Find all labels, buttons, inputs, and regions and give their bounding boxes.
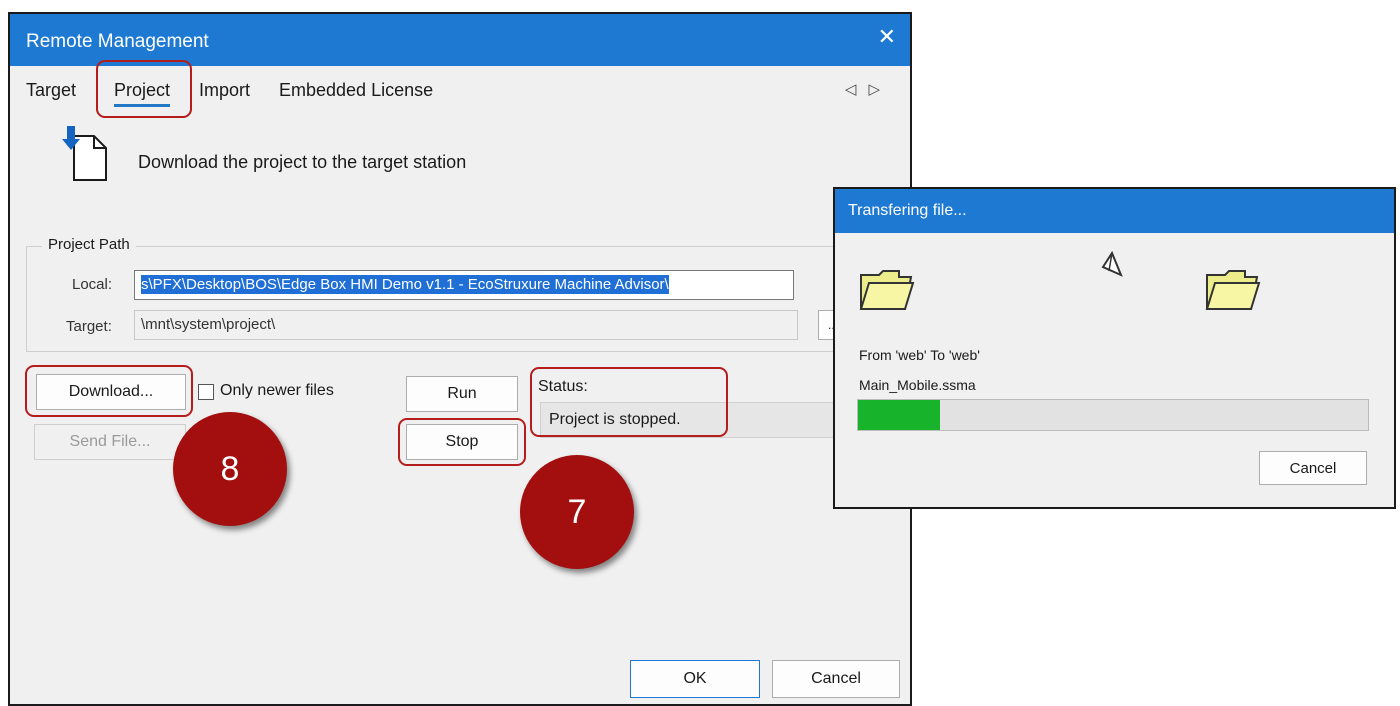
- target-path-value: \mnt\system\project\: [141, 316, 276, 333]
- transfer-title: Transfering file...: [848, 202, 967, 219]
- status-value: Project is stopped.: [549, 411, 681, 428]
- transfer-dialog: Transfering file... From 'web' To 'web' …: [833, 187, 1396, 509]
- target-path-field[interactable]: \mnt\system\project\: [134, 310, 798, 340]
- status-label: Status:: [538, 378, 588, 395]
- tab-import[interactable]: Import: [199, 80, 250, 101]
- local-path-value: s\PFX\Desktop\BOS\Edge Box HMI Demo v1.1…: [141, 275, 669, 294]
- tab-embedded-license[interactable]: Embedded License: [279, 80, 433, 101]
- transfer-progress-fill: [858, 400, 940, 430]
- header-text: Download the project to the target stati…: [138, 152, 467, 172]
- callout-8: 8: [173, 412, 287, 526]
- transfer-filename: Main_Mobile.ssma: [859, 377, 976, 393]
- download-button[interactable]: Download...: [36, 374, 186, 410]
- transfer-progress-bar: [857, 399, 1369, 431]
- only-newer-checkbox[interactable]: [198, 384, 214, 400]
- folder-icon: [1205, 267, 1261, 316]
- title-bar[interactable]: Remote Management ✕: [10, 14, 910, 66]
- from-to-text: From 'web' To 'web': [859, 347, 980, 363]
- download-icon: [60, 126, 112, 187]
- tab-scroll-arrows: ◁▷: [845, 80, 892, 98]
- folder-icon: [859, 267, 915, 316]
- only-newer-label: Only newer files: [220, 382, 334, 399]
- run-button[interactable]: Run: [406, 376, 518, 412]
- local-path-field[interactable]: s\PFX\Desktop\BOS\Edge Box HMI Demo v1.1…: [134, 270, 794, 300]
- dialog-title: Remote Management: [26, 31, 209, 52]
- paper-plane-icon: [1099, 250, 1125, 284]
- tab-scroll-right-icon[interactable]: ▷: [868, 81, 892, 98]
- project-path-label: Project Path: [42, 236, 136, 253]
- transfer-title-bar[interactable]: Transfering file...: [835, 189, 1394, 233]
- tab-project[interactable]: Project: [114, 80, 171, 107]
- target-label: Target:: [66, 318, 112, 335]
- ok-button[interactable]: OK: [630, 660, 760, 698]
- stop-button[interactable]: Stop: [406, 424, 518, 460]
- callout-7: 7: [520, 455, 634, 569]
- cancel-button[interactable]: Cancel: [772, 660, 900, 698]
- tab-target[interactable]: Target: [26, 80, 76, 101]
- remote-management-dialog: Remote Management ✕ Target Project Impor…: [8, 12, 912, 706]
- tab-bar: Target Project Import Embedded License ◁…: [10, 66, 910, 112]
- send-file-button[interactable]: Send File...: [34, 424, 186, 460]
- local-label: Local:: [72, 276, 113, 293]
- tab-scroll-left-icon[interactable]: ◁: [845, 81, 869, 98]
- close-icon[interactable]: ✕: [878, 24, 896, 50]
- transfer-cancel-button[interactable]: Cancel: [1259, 451, 1367, 485]
